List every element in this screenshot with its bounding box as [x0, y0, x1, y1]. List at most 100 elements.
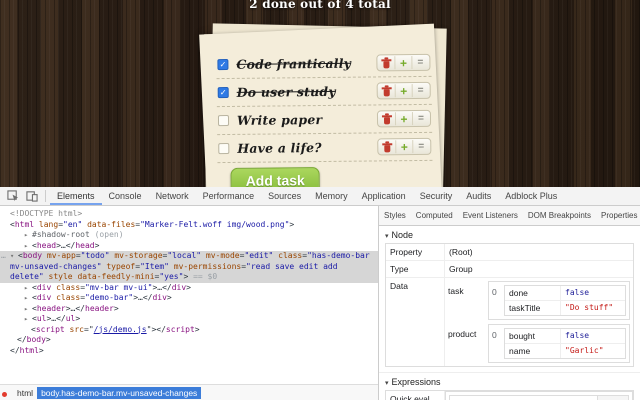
devtools-panel: Elements Console Network Performance Sources…	[0, 187, 640, 400]
add-task-button[interactable]: Add task	[230, 167, 320, 187]
add-item-button[interactable]: +	[396, 140, 414, 154]
property-name: taskTitle	[505, 301, 561, 315]
tree-line[interactable]: ▸ <div class="demo-bar">…</div>	[0, 293, 378, 304]
trash-icon	[383, 88, 390, 96]
devtools-main: <!DOCTYPE html> <html lang="en" data-file…	[0, 206, 640, 400]
expand-arrow-icon[interactable]: ▸	[24, 283, 32, 294]
sidebar-tab-computed[interactable]: Computed	[411, 206, 458, 225]
expand-arrow-icon[interactable]: ▸	[24, 241, 32, 252]
notification-dot	[2, 392, 7, 397]
tree-line[interactable]: ▸ <ul>…</ul>	[0, 314, 378, 325]
tree-line[interactable]: <html lang="en" data-files="Marker-Felt.…	[0, 220, 378, 231]
todo-title[interactable]: Have a life?	[237, 140, 322, 156]
todo-checkbox[interactable]	[218, 142, 230, 155]
tree-line[interactable]: ▸ <head>…</head>	[0, 241, 378, 252]
tree-line[interactable]: </html>	[0, 346, 378, 357]
collection-group: task 0 done false taskTitle "Do stuff"	[448, 281, 630, 320]
delete-task-button[interactable]	[378, 112, 397, 126]
sidebar-tabs: Styles Computed Event Listeners DOM Breakpo…	[379, 206, 640, 226]
drag-handle[interactable]: =	[413, 140, 429, 153]
expand-arrow-icon[interactable]: ▸	[24, 304, 32, 315]
row-label: Property	[386, 244, 445, 260]
todo-title[interactable]: Do user study	[237, 84, 336, 100]
expressions-section-header[interactable]: ▾ Expressions	[379, 372, 640, 390]
devtools-tab-application[interactable]: Application	[355, 188, 413, 205]
todo-actions: + =	[376, 109, 432, 128]
toolbar-divider	[45, 190, 46, 202]
sidebar-tab-properties[interactable]: Properties	[596, 206, 640, 225]
row-label: Data	[386, 278, 445, 366]
data-area: task 0 done false taskTitle "Do stuff" product…	[445, 278, 633, 366]
property-value[interactable]: "Garlic"	[561, 344, 608, 358]
devtools-tab-sources[interactable]: Sources	[261, 188, 308, 205]
expressions-section-title: Expressions	[391, 377, 441, 387]
row-label: Quick eval	[386, 391, 445, 400]
object-box: bought false name "Garlic"	[504, 328, 626, 359]
sidebar-tab-event-listeners[interactable]: Event Listeners	[458, 206, 523, 225]
breadcrumb-item[interactable]: html	[13, 387, 37, 399]
row-value: Group	[449, 264, 473, 274]
property-value[interactable]: "Do stuff"	[561, 301, 617, 315]
property-row: done false	[505, 286, 625, 301]
expand-arrow-icon[interactable]: ▾	[10, 251, 18, 262]
todo-checkbox[interactable]	[217, 114, 230, 127]
tree-line[interactable]: ▸ <div class="mv-bar mv-ui">…</div>	[0, 283, 378, 294]
node-section-header[interactable]: ▾ Node	[379, 226, 640, 243]
tree-line[interactable]: … ▾ <body mv-app="todo" mv-storage="local"…	[0, 251, 378, 283]
todo-checkbox[interactable]: ✓	[217, 86, 229, 99]
add-item-button[interactable]: +	[395, 56, 413, 70]
device-toolbar-icon[interactable]	[26, 190, 38, 202]
devtools-tab-adblock-plus[interactable]: Adblock Plus	[498, 188, 564, 205]
delete-task-button[interactable]	[378, 56, 396, 70]
breadcrumb-item[interactable]: body.has-demo-bar.mv-unsaved-changes	[37, 386, 202, 399]
run-button[interactable]: Run	[597, 396, 628, 400]
collection-box: 0 bought false name "Garlic"	[488, 324, 630, 363]
devtools-tab-audits[interactable]: Audits	[459, 188, 498, 205]
devtools-tab-security[interactable]: Security	[413, 188, 460, 205]
object-box: done false taskTitle "Do stuff"	[504, 285, 626, 316]
add-item-button[interactable]: +	[395, 112, 414, 126]
devtools-toolbar: Elements Console Network Performance Sources…	[0, 187, 640, 206]
expand-arrow-icon[interactable]: ▸	[24, 293, 32, 304]
sidebar-tab-styles[interactable]: Styles	[379, 206, 411, 225]
node-data-row: Data task 0 done false taskTitle "Do stuff" pro…	[386, 278, 633, 366]
tree-line[interactable]: <!DOCTYPE html>	[0, 209, 378, 220]
expand-arrow-icon[interactable]: ▸	[24, 314, 32, 325]
item-index: 0	[492, 330, 497, 340]
row-label: Type	[386, 261, 445, 277]
tree-line[interactable]: </body>	[0, 335, 378, 346]
todo-title[interactable]: Write paper	[237, 112, 322, 128]
collection-item: 0 bought false name "Garlic"	[492, 328, 626, 359]
tree-line[interactable]: ▸ <header>…</header>	[0, 304, 378, 315]
property-value[interactable]: false	[561, 329, 593, 343]
drag-handle[interactable]: =	[413, 84, 429, 97]
delete-task-button[interactable]	[379, 140, 397, 154]
expand-arrow-icon[interactable]: ▸	[24, 230, 32, 241]
devtools-tab-network[interactable]: Network	[149, 188, 196, 205]
todo-app: 2 done out of 4 total ✓ Code frantically +…	[0, 0, 640, 187]
add-item-button[interactable]: +	[395, 84, 413, 98]
property-value[interactable]: false	[561, 286, 593, 300]
delete-task-button[interactable]	[378, 84, 396, 98]
inspect-element-icon[interactable]	[7, 190, 19, 202]
todo-row: Write paper + =	[216, 104, 433, 136]
devtools-tab-memory[interactable]: Memory	[308, 188, 355, 205]
dom-tree: <!DOCTYPE html> <html lang="en" data-file…	[0, 206, 378, 384]
todo-actions: + =	[376, 81, 431, 100]
drag-handle[interactable]: =	[413, 112, 429, 125]
todo-title[interactable]: Code frantically	[236, 56, 351, 72]
sidebar-tab-dom-breakpoints[interactable]: DOM Breakpoints	[523, 206, 596, 225]
trash-icon	[384, 144, 391, 152]
tree-line[interactable]: ▸ #shadow-root (open)	[0, 230, 378, 241]
sidebar-panel: Styles Computed Event Listeners DOM Breakpo…	[379, 206, 640, 400]
tree-line[interactable]: <script src="/js/demo.js"></script>	[0, 325, 378, 336]
quick-eval-row: Quick evaltask where doneRun0donetruetas…	[386, 391, 633, 400]
todo-checkbox[interactable]: ✓	[217, 58, 229, 71]
devtools-tab-console[interactable]: Console	[102, 188, 149, 205]
drag-handle[interactable]: =	[412, 56, 428, 69]
devtools-tab-elements[interactable]: Elements	[50, 188, 102, 205]
devtools-tab-performance[interactable]: Performance	[196, 188, 262, 205]
quick-eval-input[interactable]: task where done	[450, 396, 597, 400]
node-property-row: Property (Root)	[386, 244, 633, 261]
row-value: (Root)	[449, 247, 473, 257]
